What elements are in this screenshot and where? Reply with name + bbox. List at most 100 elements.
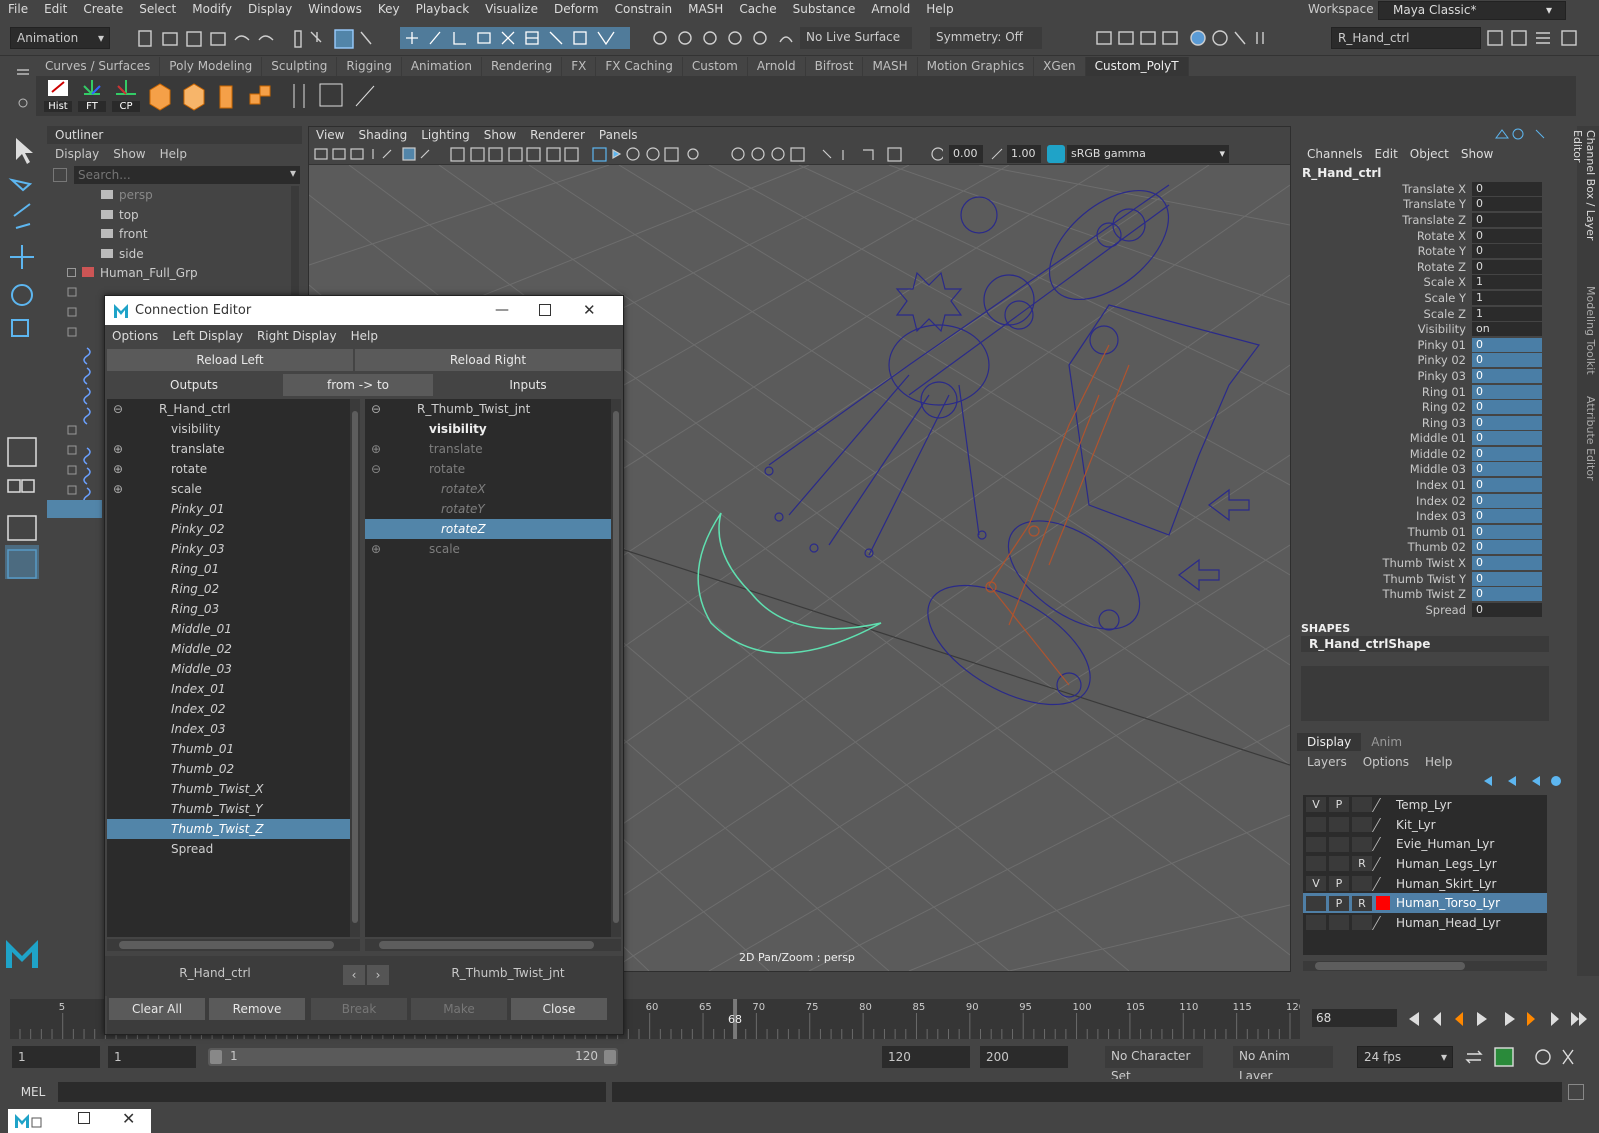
swap-left-button[interactable]: ‹ <box>343 965 365 985</box>
close-button[interactable]: Close <box>511 998 607 1020</box>
reload-left-button[interactable]: Reload Left <box>107 349 353 371</box>
menu-set-dropdown[interactable]: Animation ▾ <box>10 27 110 49</box>
left-attr-item[interactable]: Thumb_Twist_X <box>107 779 360 799</box>
close-icon[interactable]: ✕ <box>583 296 596 325</box>
outliner-search-input[interactable] <box>74 166 274 184</box>
tab-anim[interactable]: Anim <box>1361 733 1412 751</box>
menu-deform[interactable]: Deform <box>546 1 607 18</box>
minimize-icon[interactable]: — <box>495 296 509 325</box>
animation-start-field[interactable]: 1 <box>12 1046 100 1068</box>
layer-menu-help[interactable]: Help <box>1415 755 1462 769</box>
channel-row[interactable]: Thumb 01 0 <box>1297 524 1557 540</box>
break-button[interactable]: Break <box>311 998 407 1020</box>
channel-value[interactable]: 0 <box>1472 602 1542 617</box>
left-node-header[interactable]: ⊖ R_Hand_ctrl <box>107 399 360 419</box>
channel-value[interactable]: 0 <box>1472 587 1542 602</box>
ce-menu-right-display[interactable]: Right Display <box>250 326 344 346</box>
layer-p-toggle[interactable]: P <box>1329 876 1349 892</box>
exposure-field[interactable]: 0.00 <box>949 145 983 163</box>
channel-row[interactable]: Thumb Twist Y 0 <box>1297 571 1557 587</box>
range-slider-right-handle[interactable] <box>604 1050 616 1064</box>
channel-value[interactable]: 1 <box>1472 275 1542 290</box>
layer-v-toggle[interactable] <box>1306 817 1326 833</box>
left-attr-item[interactable]: ⊕ translate <box>107 439 360 459</box>
channel-row[interactable]: Translate Z 0 <box>1297 212 1557 228</box>
layer-hscrollbar[interactable] <box>1303 961 1547 971</box>
outliner-menu-help[interactable]: Help <box>152 147 195 161</box>
channel-value[interactable]: 0 <box>1472 478 1542 493</box>
shelf-tab-custom[interactable]: Custom <box>683 57 748 76</box>
channel-value[interactable]: on <box>1472 322 1542 337</box>
swap-right-button[interactable]: › <box>367 965 389 985</box>
channel-value[interactable]: 0 <box>1472 368 1542 383</box>
menu-windows[interactable]: Windows <box>300 1 370 18</box>
left-list-vscrollbar[interactable] <box>350 399 360 937</box>
layer-row[interactable]: Kit_Lyr <box>1303 815 1547 835</box>
channel-row[interactable]: Thumb Twist Z 0 <box>1297 586 1557 602</box>
channel-row[interactable]: Index 02 0 <box>1297 493 1557 509</box>
minimized-window[interactable]: ✕ <box>8 1109 151 1133</box>
playback-option-icons[interactable] <box>1463 1046 1595 1068</box>
layer-p-toggle[interactable] <box>1329 836 1349 852</box>
left-attr-item[interactable]: Index_01 <box>107 679 360 699</box>
channel-row[interactable]: Middle 02 0 <box>1297 446 1557 462</box>
menu-create[interactable]: Create <box>75 1 131 18</box>
layer-v-toggle[interactable] <box>1306 895 1326 911</box>
live-surface-field[interactable]: No Live Surface <box>800 27 912 49</box>
symmetry-field[interactable]: Symmetry: Off <box>930 27 1042 49</box>
expand-icon[interactable]: ⊕ <box>113 479 123 499</box>
channel-value[interactable]: 0 <box>1472 556 1542 571</box>
left-attr-item[interactable]: ⊕ scale <box>107 479 360 499</box>
shelf-tab-poly-modeling[interactable]: Poly Modeling <box>160 57 263 76</box>
menu-constrain[interactable]: Constrain <box>607 1 681 18</box>
layer-menu-layers[interactable]: Layers <box>1297 755 1357 769</box>
outliner-selected-row[interactable] <box>47 500 102 518</box>
expand-icon[interactable]: ⊕ <box>113 439 123 459</box>
outliner-menu-show[interactable]: Show <box>107 147 151 161</box>
right-attr-item[interactable]: rotateY <box>365 499 621 519</box>
left-attr-item[interactable]: Thumb_01 <box>107 739 360 759</box>
channel-value[interactable]: 1 <box>1472 306 1542 321</box>
channel-value[interactable]: 0 <box>1472 415 1542 430</box>
left-attr-item[interactable]: Index_03 <box>107 719 360 739</box>
layer-row[interactable]: R Human_Legs_Lyr <box>1303 854 1547 874</box>
menu-file[interactable]: File <box>0 1 36 18</box>
channel-value[interactable]: 0 <box>1472 540 1542 555</box>
channel-row[interactable]: Ring 01 0 <box>1297 384 1557 400</box>
channel-row[interactable]: Middle 01 0 <box>1297 431 1557 447</box>
channel-row[interactable]: Thumb 02 0 <box>1297 540 1557 556</box>
channel-row[interactable]: Rotate Z 0 <box>1297 259 1557 275</box>
viewport-menu-show[interactable]: Show <box>477 127 523 144</box>
channel-row[interactable]: Translate X 0 <box>1297 181 1557 197</box>
layer-row[interactable]: P R Human_Torso_Lyr <box>1303 893 1547 914</box>
shelf-tab-rendering[interactable]: Rendering <box>482 57 563 76</box>
character-set-dropdown[interactable]: No Character Set <box>1105 1046 1203 1083</box>
channel-row[interactable]: Translate Y 0 <box>1297 197 1557 213</box>
channel-row[interactable]: Index 01 0 <box>1297 477 1557 493</box>
shelf-tab-motion-graphics[interactable]: Motion Graphics <box>918 57 1035 76</box>
menu-arnold[interactable]: Arnold <box>863 1 918 18</box>
channel-value[interactable]: 0 <box>1472 212 1542 227</box>
right-attr-item[interactable]: rotateX <box>365 479 621 499</box>
workspace-dropdown[interactable]: Maya Classic* ▾ <box>1378 1 1566 20</box>
viewport-menu-renderer[interactable]: Renderer <box>523 127 592 144</box>
outliner-menu-display[interactable]: Display <box>47 147 107 161</box>
collapse-icon[interactable]: ⊖ <box>371 459 381 479</box>
outliner-item-top[interactable]: top <box>47 206 292 226</box>
quick-select-field[interactable]: R_Hand_ctrl <box>1331 27 1481 49</box>
channel-value[interactable]: 0 <box>1472 228 1542 243</box>
right-list-hscrollbar[interactable] <box>365 939 621 951</box>
vtab-attribute-editor[interactable]: Attribute Editor <box>1579 396 1597 486</box>
range-slider-left-handle[interactable] <box>210 1050 222 1064</box>
outliner-search-field[interactable]: ▾ <box>74 166 300 184</box>
left-attr-item[interactable]: Middle_03 <box>107 659 360 679</box>
channel-value[interactable]: 0 <box>1472 337 1542 352</box>
playback-end-field[interactable]: 120 <box>882 1046 970 1068</box>
fps-dropdown[interactable]: 24 fps ▾ <box>1357 1046 1453 1068</box>
vtab-modeling-toolkit[interactable]: Modeling Toolkit <box>1579 286 1597 376</box>
menu-edit[interactable]: Edit <box>36 1 75 18</box>
shelf-tab-rigging[interactable]: Rigging <box>337 57 402 76</box>
collapse-icon[interactable]: ⊖ <box>371 399 381 419</box>
channel-value[interactable]: 0 <box>1472 571 1542 586</box>
right-attr-item[interactable]: rotateZ <box>365 519 621 539</box>
